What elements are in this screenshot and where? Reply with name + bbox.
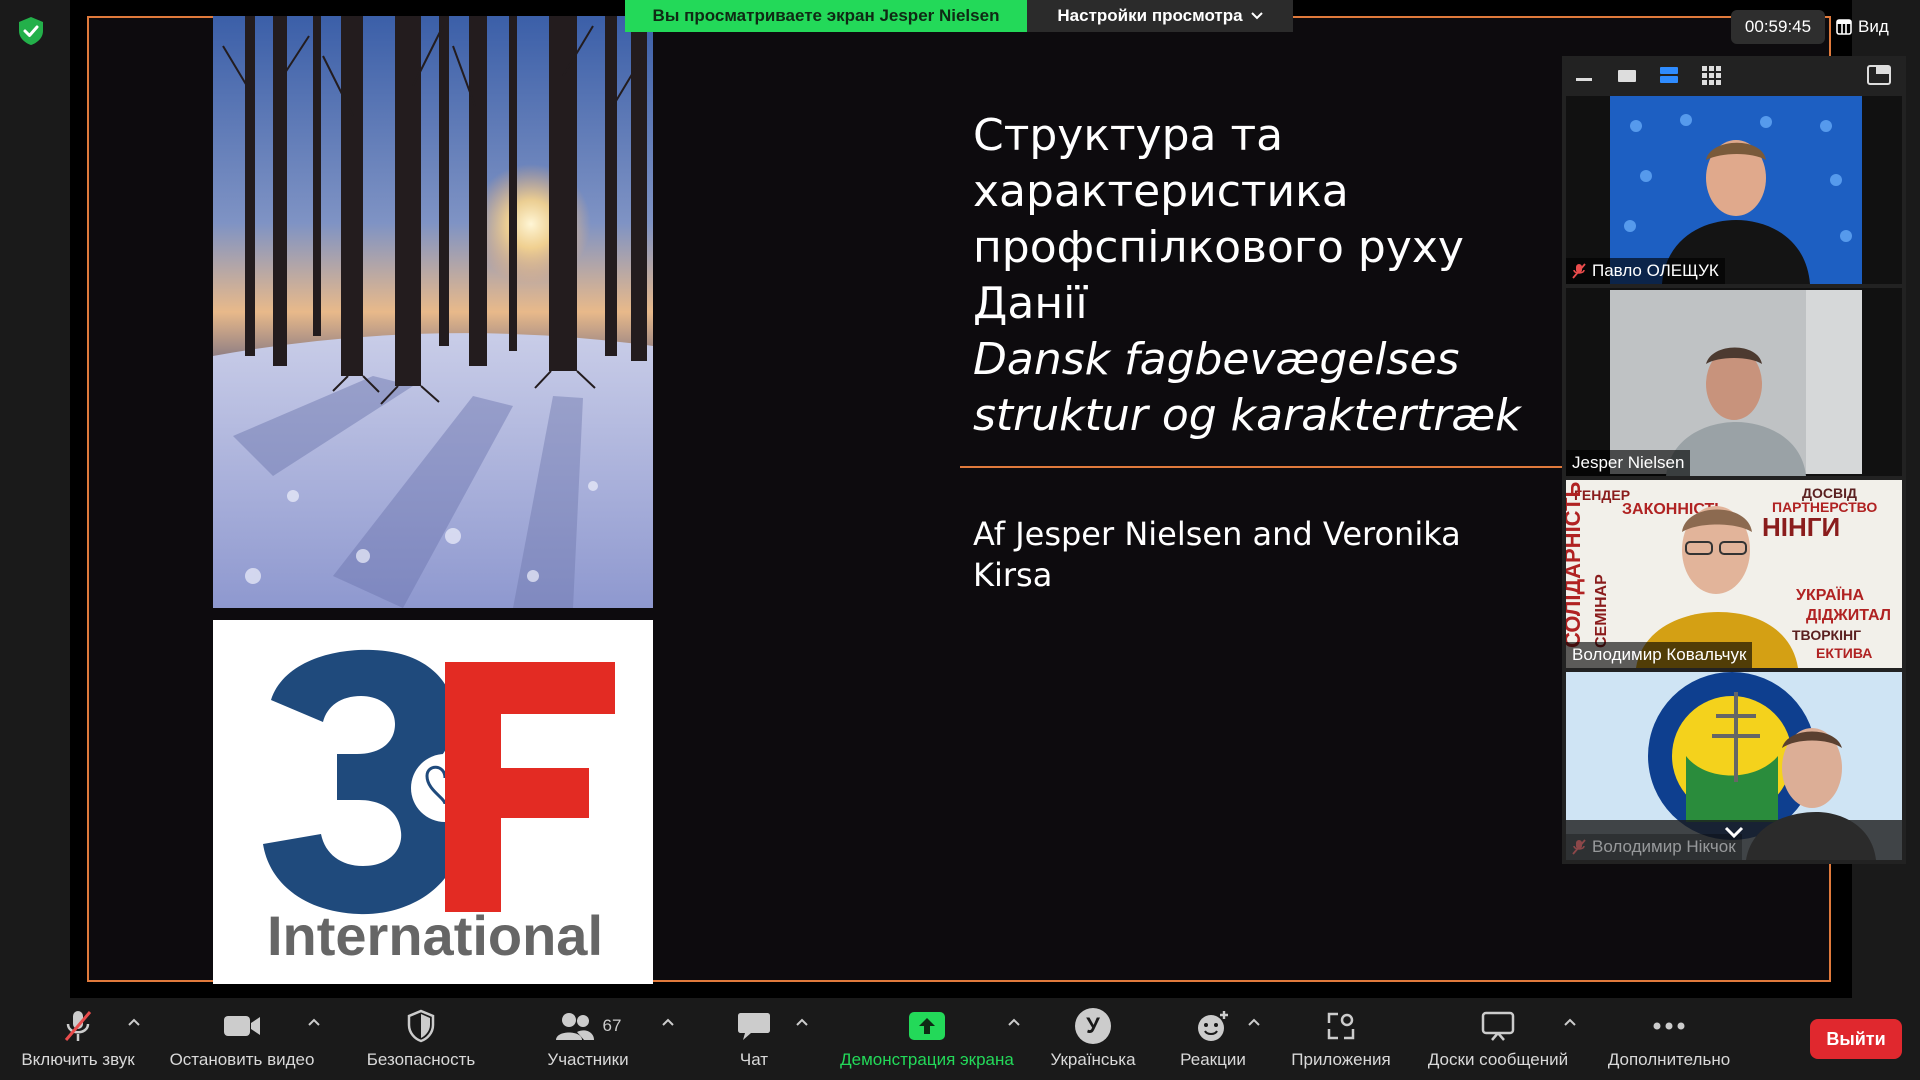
participant-name-tag: Jesper Nielsen	[1566, 450, 1691, 476]
participant-tile-active-speaker[interactable]: Jesper Nielsen	[1566, 288, 1902, 476]
apps-label: Приложения	[1291, 1050, 1391, 1069]
svg-text:ТВОРКІНГ: ТВОРКІНГ	[1792, 627, 1861, 643]
security-button[interactable]: Безопасность	[356, 1004, 486, 1076]
forest-photo	[213, 16, 653, 608]
svg-text:ДІДЖИТАЛ: ДІДЖИТАЛ	[1806, 607, 1891, 624]
share-screen-label: Демонстрация экрана	[840, 1050, 1014, 1069]
scroll-down-icon[interactable]	[1722, 822, 1746, 842]
meeting-timer: 00:59:45	[1731, 10, 1825, 44]
language-label: Українська	[1050, 1050, 1136, 1069]
strip-controls	[1562, 56, 1906, 94]
grid-view-icon	[1836, 19, 1852, 35]
language-interpretation-button[interactable]: У Українська	[1040, 1004, 1146, 1076]
more-label: Дополнительно	[1607, 1050, 1731, 1069]
whiteboard-icon	[1468, 1004, 1528, 1048]
reactions-label: Реакции	[1180, 1050, 1246, 1069]
apps-button[interactable]: Приложения	[1280, 1004, 1402, 1076]
single-video-icon[interactable]	[1618, 70, 1636, 82]
strip-view-icon[interactable]	[1660, 67, 1678, 83]
slide-author-line: Kirsa	[973, 556, 1053, 594]
language-avatar: У	[1063, 1004, 1123, 1048]
svg-text:НІНГИ: НІНГИ	[1762, 512, 1840, 542]
chat-button[interactable]: Чат	[714, 1004, 794, 1076]
unmute-button[interactable]: Включить звук	[14, 1004, 142, 1076]
participants-options-caret[interactable]	[658, 1012, 678, 1032]
people-icon	[555, 1013, 594, 1040]
pop-out-icon[interactable]	[1867, 65, 1891, 85]
logo-subtext: International	[267, 904, 603, 967]
svg-text:ЕКТИВА: ЕКТИВА	[1816, 645, 1872, 661]
slide-title-line: профспілкового руху	[973, 222, 1464, 273]
language-avatar-letter: У	[1075, 1008, 1111, 1044]
share-screen-icon	[897, 1004, 957, 1048]
participant-name-tag: Володимир Ковальчук	[1566, 642, 1753, 668]
3f-logo: International	[213, 620, 653, 984]
more-dots-icon	[1639, 1004, 1699, 1048]
participants-icon-group: 67	[538, 1004, 638, 1048]
whiteboards-label: Доски сообщений	[1427, 1050, 1569, 1069]
more-button[interactable]: Дополнительно	[1594, 1004, 1744, 1076]
view-button[interactable]: Вид	[1836, 10, 1916, 44]
slide-subtitle-line: struktur og karaktertræk	[973, 390, 1521, 441]
participants-count: 67	[602, 1016, 622, 1035]
share-banner-text: Вы просматриваете экран Jesper Nielsen	[652, 6, 1000, 25]
slide-author-line: Af Jesper Nielsen and Veronika	[973, 515, 1461, 553]
slide-title-line: Структура та	[973, 110, 1284, 161]
participant-tile[interactable]: ГЕНДЕР ЗАКОННІСТЬ ДОСВІД ПАРТНЕРСТВО НІН…	[1566, 480, 1902, 668]
muted-mic-icon	[1572, 839, 1586, 855]
chat-options-caret[interactable]	[792, 1012, 812, 1032]
participants-label: Участники	[547, 1050, 629, 1069]
whiteboards-button[interactable]: Доски сообщений	[1418, 1004, 1578, 1076]
slide-divider	[960, 466, 1570, 468]
view-label: Вид	[1858, 17, 1889, 36]
participant-name: Володимир Ковальчук	[1572, 645, 1747, 664]
svg-text:СЕМІНАР: СЕМІНАР	[1593, 574, 1610, 648]
security-shield-icon[interactable]	[14, 14, 48, 48]
svg-text:УКРАЇНА: УКРАЇНА	[1796, 586, 1865, 604]
slide-title: Структура та характеристика профспілково…	[973, 108, 1573, 444]
chat-label: Чат	[739, 1050, 769, 1069]
stop-video-button[interactable]: Остановить видео	[162, 1004, 322, 1076]
participant-name: Павло ОЛЕЩУК	[1592, 261, 1719, 280]
stop-video-label: Остановить видео	[169, 1050, 315, 1069]
security-label: Безопасность	[366, 1050, 476, 1069]
muted-mic-icon	[1572, 263, 1586, 279]
whiteboards-options-caret[interactable]	[1560, 1012, 1580, 1032]
participant-name: Володимир Нікчок	[1592, 837, 1736, 856]
participant-name-tag: Володимир Нікчок	[1566, 834, 1742, 860]
reactions-options-caret[interactable]	[1244, 1012, 1264, 1032]
view-options-label: Настройки просмотра	[1057, 6, 1243, 25]
share-options-caret[interactable]	[1004, 1012, 1024, 1032]
participant-tile[interactable]: Володимир Нікчок	[1566, 672, 1902, 860]
leave-button[interactable]: Выйти	[1810, 1019, 1902, 1059]
timer-text: 00:59:45	[1744, 17, 1812, 36]
screen-share-banner: Вы просматриваете экран Jesper Nielsen	[625, 0, 1027, 32]
smiley-plus-icon	[1183, 1004, 1243, 1048]
shield-icon	[391, 1004, 451, 1048]
chat-bubble-icon	[724, 1004, 784, 1048]
participant-name-tag: Павло ОЛЕЩУК	[1566, 258, 1725, 284]
participants-button[interactable]: 67 Участники	[528, 1004, 648, 1076]
participant-tile[interactable]: Павло ОЛЕЩУК	[1566, 96, 1902, 284]
muted-mic-icon	[48, 1004, 108, 1048]
slide-author: Af Jesper Nielsen and Veronika Kirsa	[973, 514, 1573, 596]
minimize-icon[interactable]	[1576, 78, 1592, 81]
share-screen-button[interactable]: Демонстрация экрана	[830, 1004, 1024, 1076]
video-camera-icon	[212, 1004, 272, 1048]
apps-icon	[1311, 1004, 1371, 1048]
slide-title-line: характеристика	[973, 166, 1349, 217]
svg-text:СОЛІДАРНІСТЬ: СОЛІДАРНІСТЬ	[1566, 482, 1585, 648]
unmute-label: Включить звук	[21, 1050, 135, 1069]
audio-options-caret[interactable]	[124, 1012, 144, 1032]
view-options-button[interactable]: Настройки просмотра	[1027, 0, 1293, 32]
video-options-caret[interactable]	[304, 1012, 324, 1032]
slide-title-line: Данії	[973, 278, 1088, 329]
gallery-view-icon[interactable]	[1702, 66, 1721, 85]
slide-subtitle-line: Dansk fagbevægelses	[973, 334, 1460, 385]
chevron-down-icon	[1250, 12, 1263, 20]
participant-name: Jesper Nielsen	[1572, 453, 1685, 472]
